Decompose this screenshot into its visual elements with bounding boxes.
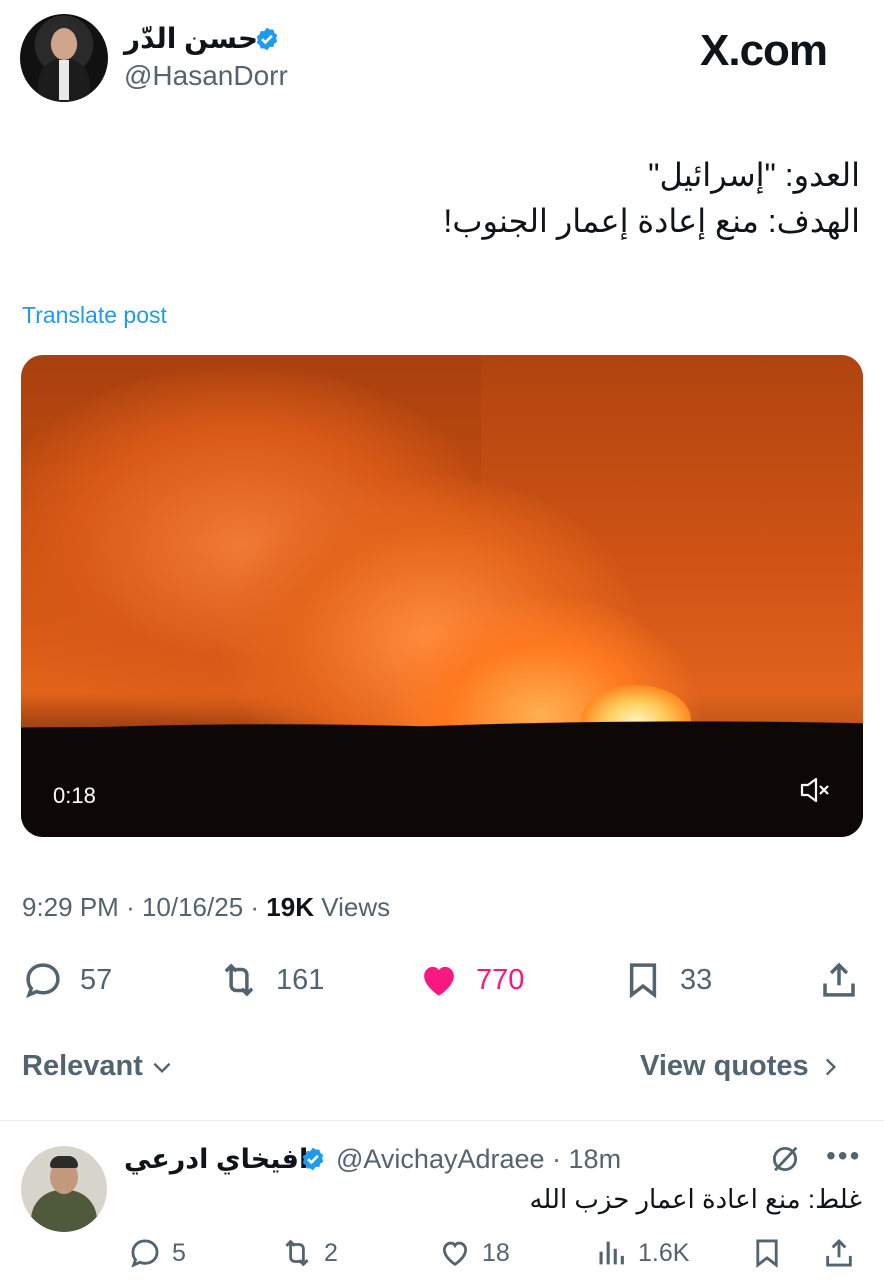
tweet-date[interactable]: 10/16/25 [142,892,243,922]
avatar-hair [50,1156,78,1168]
retweet-icon [224,963,254,997]
author-display-name[interactable]: حسن الدّر [124,22,258,55]
reply-icon [26,963,60,999]
meta-separator: · [126,892,142,922]
speaker-muted-icon[interactable] [799,775,831,805]
chevron-right-icon [825,1058,836,1075]
reply-retweet-count: 2 [324,1238,338,1267]
share-icon [826,1238,852,1267]
heart-filled-icon [424,966,454,996]
tweet-line-2: الهدف: منع إعادة إعمار الجنوب! [443,203,860,239]
x-com-logo: X.com [700,26,828,75]
share-button[interactable] [818,958,876,1002]
like-button[interactable]: 770 [418,958,524,1002]
bookmark-icon [629,963,657,999]
reply-views-count: 1.6K [638,1238,690,1267]
retweet-icon [285,1239,309,1267]
tweet-time[interactable]: 9:29 PM [22,892,119,922]
reply-like-count: 18 [482,1238,510,1267]
tweet-text: العدو: "إسرائيل" الهدف: منع إعادة إعمار … [160,152,860,244]
verified-badge-icon [256,27,278,51]
reply-icon [131,1239,159,1268]
view-quotes-label: View quotes [640,1050,809,1082]
avatar-shirt [59,60,69,100]
section-divider [0,1120,884,1121]
reply-bookmark-button[interactable] [750,1234,794,1272]
reply-views-button[interactable]: 1.6K [594,1234,689,1272]
more-options-icon[interactable]: ••• [826,1140,861,1172]
grok-icon[interactable] [768,1142,802,1176]
share-icon [823,962,855,997]
video-ground [21,733,863,837]
sort-relevant-label: Relevant [22,1050,143,1082]
verified-badge-icon [302,1147,324,1171]
video-duration: 0:18 [53,783,96,808]
views-count[interactable]: 19K [266,892,314,922]
reply-author-handle[interactable]: @AvichayAdraee [336,1144,545,1174]
reply-author-avatar[interactable] [21,1146,107,1232]
views-chart-icon [599,1241,624,1265]
avatar-head [51,28,77,60]
reply-reply-count: 5 [172,1238,186,1267]
like-count: 770 [476,963,525,996]
retweet-count: 161 [276,963,325,996]
reply-button[interactable]: 57 [22,958,112,1002]
author-avatar[interactable] [20,14,108,102]
tweet-meta: 9:29 PM · 10/16/25 · 19K Views [22,892,390,923]
reply-reply-button[interactable]: 5 [128,1234,186,1272]
reply-author-name[interactable]: افيخاي ادرعي [124,1144,308,1175]
tweet-line-1: العدو: "إسرائيل" [648,157,860,193]
reply-handle-time: @AvichayAdraee · 18m [336,1144,621,1175]
meta-separator: · [250,892,267,922]
reply-like-button[interactable]: 18 [438,1234,510,1272]
bookmark-button[interactable]: 33 [622,958,712,1002]
sort-relevant-dropdown[interactable]: Relevant [22,1050,175,1083]
video-player[interactable]: 0:18 [21,355,863,837]
translate-post-link[interactable]: Translate post [22,302,167,329]
chevron-down-icon [153,1062,171,1073]
avatar-uniform [31,1190,97,1232]
views-label: Views [321,892,391,922]
bookmark-icon [756,1239,778,1268]
reply-separator: · [544,1144,569,1174]
author-handle[interactable]: @HasanDorr [124,60,288,92]
reply-text: غلط: منع اعادة اعمار حزب الله [529,1184,862,1214]
bookmark-count: 33 [680,963,713,996]
heart-icon [442,1241,468,1267]
view-quotes-link[interactable]: View quotes [640,1050,843,1083]
reply-share-button[interactable] [822,1234,866,1272]
reply-count: 57 [80,963,113,996]
reply-retweet-button[interactable]: 2 [280,1234,338,1272]
retweet-button[interactable]: 161 [218,958,324,1002]
reply-time[interactable]: 18m [569,1144,622,1174]
